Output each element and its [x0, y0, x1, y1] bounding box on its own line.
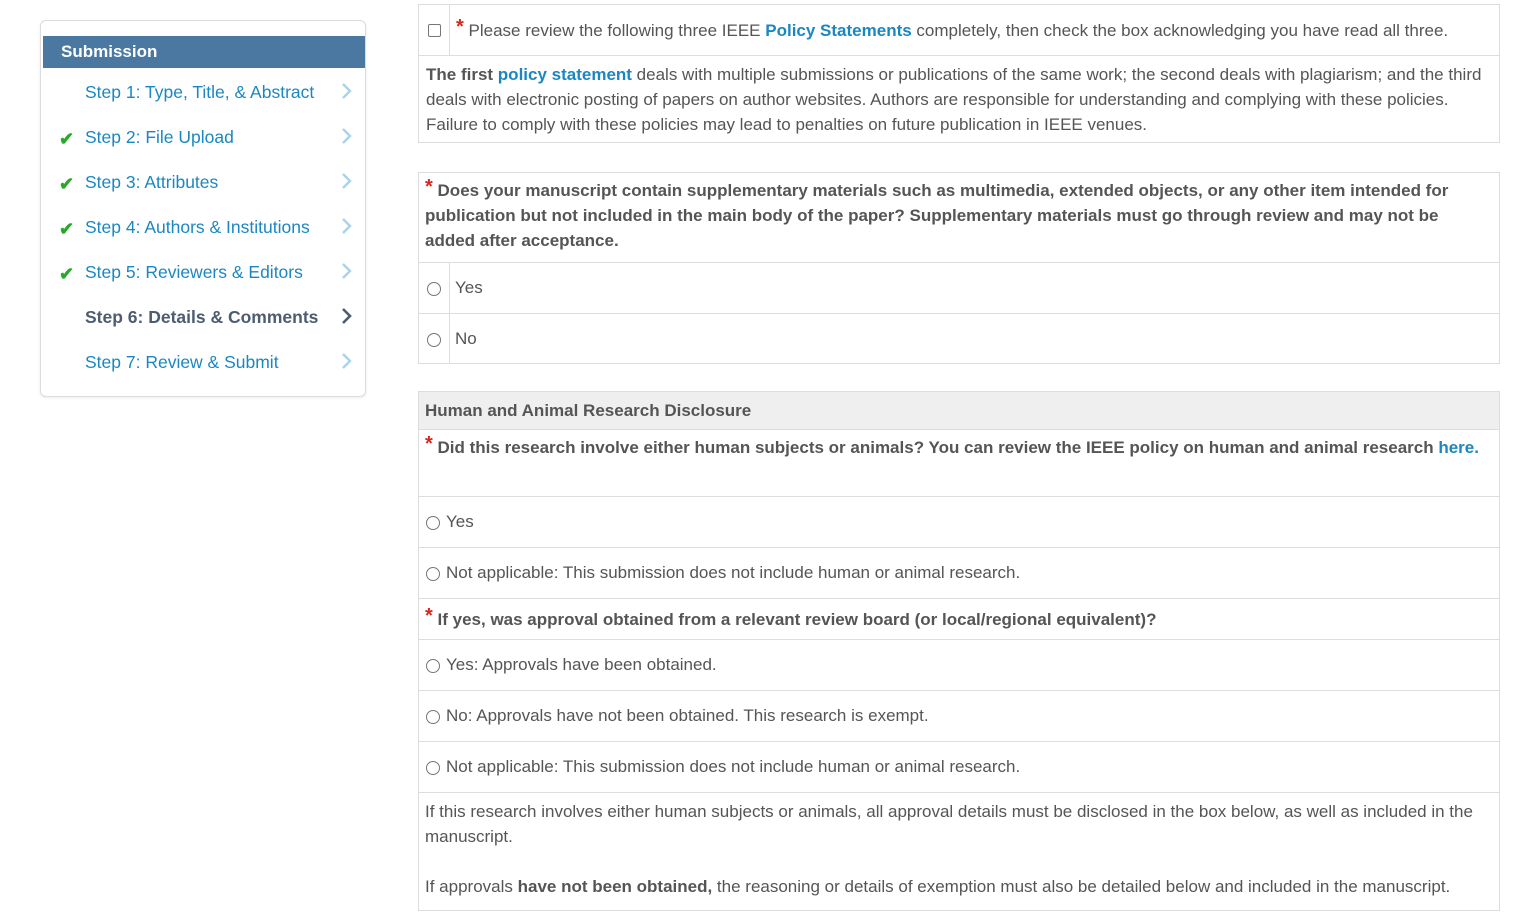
research-q1-row: * Did this research involve either human…: [419, 430, 1499, 496]
divider: [449, 5, 450, 55]
research-section-header: Human and Animal Research Disclosure: [419, 392, 1499, 430]
chevron-right-icon: [342, 218, 352, 234]
policy-ack-text: * Please review the following three IEEE…: [456, 16, 1449, 43]
policy-ack-row: * Please review the following three IEEE…: [419, 5, 1499, 55]
research-q2-option-na[interactable]: Not applicable: This submission does not…: [419, 741, 1499, 792]
step-label: Step 7: Review & Submit: [85, 352, 279, 372]
option-label: No: Approvals have not been obtained. Th…: [446, 706, 929, 725]
supplementary-yes-radio[interactable]: [427, 282, 441, 296]
required-marker: *: [425, 176, 433, 198]
research-notes-row: If this research involves either human s…: [419, 792, 1499, 912]
research-q2-no-radio[interactable]: [426, 710, 440, 724]
sidebar-title: Submission: [43, 36, 365, 68]
step-label: Step 4: Authors & Institutions: [85, 217, 310, 237]
human-animal-policy-link[interactable]: here.: [1438, 438, 1479, 457]
research-q1-text: Did this research involve either human s…: [437, 438, 1434, 457]
sidebar-step-7[interactable]: Step 7: Review & Submit: [41, 344, 365, 389]
policy-description-row: The first policy statement deals with mu…: [419, 55, 1499, 143]
note2-suffix: the reasoning or details of exemption mu…: [712, 877, 1451, 896]
checkmark-icon: ✔: [59, 129, 75, 149]
option-label: No: [455, 329, 477, 348]
chevron-right-icon: [342, 308, 352, 324]
checkmark-icon: ✔: [59, 264, 75, 284]
supplementary-question: * Does your manuscript contain supplemen…: [425, 176, 1491, 253]
supplementary-question-text: Does your manuscript contain supplementa…: [425, 181, 1449, 250]
supplementary-no-radio[interactable]: [427, 333, 441, 347]
checkmark-icon: ✔: [59, 174, 75, 194]
step-label: Step 6: Details & Comments: [85, 307, 319, 327]
step-label: Step 5: Reviewers & Editors: [85, 262, 303, 282]
supplementary-question-row: * Does your manuscript contain supplemen…: [419, 173, 1499, 262]
ack-prefix: Please review the following three IEEE: [468, 21, 766, 40]
step-label: Step 2: File Upload: [85, 127, 234, 147]
chevron-right-icon: [342, 128, 352, 144]
research-disclosure-panel: Human and Animal Research Disclosure * D…: [418, 391, 1500, 911]
step-label: Step 3: Attributes: [85, 172, 219, 192]
note2-prefix: If approvals: [425, 877, 518, 896]
chevron-right-icon: [342, 263, 352, 279]
note2-bold: have not been obtained,: [517, 877, 713, 896]
divider: [449, 263, 450, 313]
option-label: Not applicable: This submission does not…: [446, 757, 1021, 776]
supplementary-panel: * Does your manuscript contain supplemen…: [418, 172, 1500, 364]
research-q2-na-radio[interactable]: [426, 761, 440, 775]
chevron-right-icon: [342, 83, 352, 99]
chevron-right-icon: [342, 173, 352, 189]
checkmark-icon: ✔: [59, 219, 75, 239]
research-q1: * Did this research involve either human…: [425, 433, 1491, 460]
policy-description: The first policy statement deals with mu…: [426, 62, 1486, 137]
sidebar-step-6[interactable]: Step 6: Details & Comments: [41, 299, 365, 344]
option-label: Yes: [455, 278, 483, 297]
research-q1-option-yes[interactable]: Yes: [419, 496, 1499, 547]
required-marker: *: [425, 605, 433, 627]
desc-first: The first: [426, 65, 498, 84]
submission-sidebar: Submission Step 1: Type, Title, & Abstra…: [40, 20, 366, 397]
research-q1-option-na[interactable]: Not applicable: This submission does not…: [419, 547, 1499, 598]
divider: [449, 314, 450, 364]
option-label: Yes: [446, 512, 474, 531]
required-marker: *: [425, 433, 433, 455]
policy-statement-link[interactable]: policy statement: [498, 65, 632, 84]
research-q2-row: * If yes, was approval obtained from a r…: [419, 598, 1499, 639]
step-label: Step 1: Type, Title, & Abstract: [85, 82, 315, 102]
ack-suffix: completely, then check the box acknowled…: [911, 21, 1449, 40]
policy-statements-link[interactable]: Policy Statements: [765, 21, 911, 40]
research-note-1: If this research involves either human s…: [425, 802, 1473, 846]
research-q2-option-yes[interactable]: Yes: Approvals have been obtained.: [419, 639, 1499, 690]
required-marker: *: [456, 16, 464, 38]
sidebar-step-2[interactable]: ✔ Step 2: File Upload: [41, 119, 365, 164]
research-q1-na-radio[interactable]: [426, 567, 440, 581]
research-q1-yes-radio[interactable]: [426, 516, 440, 530]
research-q2-yes-radio[interactable]: [426, 659, 440, 673]
research-q2-text: If yes, was approval obtained from a rel…: [437, 610, 1157, 629]
sidebar-step-1[interactable]: Step 1: Type, Title, & Abstract: [41, 74, 365, 119]
policy-panel: * Please review the following three IEEE…: [418, 4, 1500, 143]
sidebar-step-4[interactable]: ✔ Step 4: Authors & Institutions: [41, 209, 365, 254]
research-q2: * If yes, was approval obtained from a r…: [425, 605, 1157, 632]
policy-ack-checkbox[interactable]: [428, 24, 441, 37]
sidebar-step-3[interactable]: ✔ Step 3: Attributes: [41, 164, 365, 209]
research-note-2: If approvals have not been obtained, the…: [425, 874, 1491, 899]
supplementary-option-no[interactable]: No: [419, 313, 1499, 364]
supplementary-option-yes[interactable]: Yes: [419, 262, 1499, 313]
research-q2-option-no[interactable]: No: Approvals have not been obtained. Th…: [419, 690, 1499, 741]
sidebar-step-5[interactable]: ✔ Step 5: Reviewers & Editors: [41, 254, 365, 299]
chevron-right-icon: [342, 353, 352, 369]
option-label: Yes: Approvals have been obtained.: [446, 655, 717, 674]
option-label: Not applicable: This submission does not…: [446, 563, 1021, 582]
